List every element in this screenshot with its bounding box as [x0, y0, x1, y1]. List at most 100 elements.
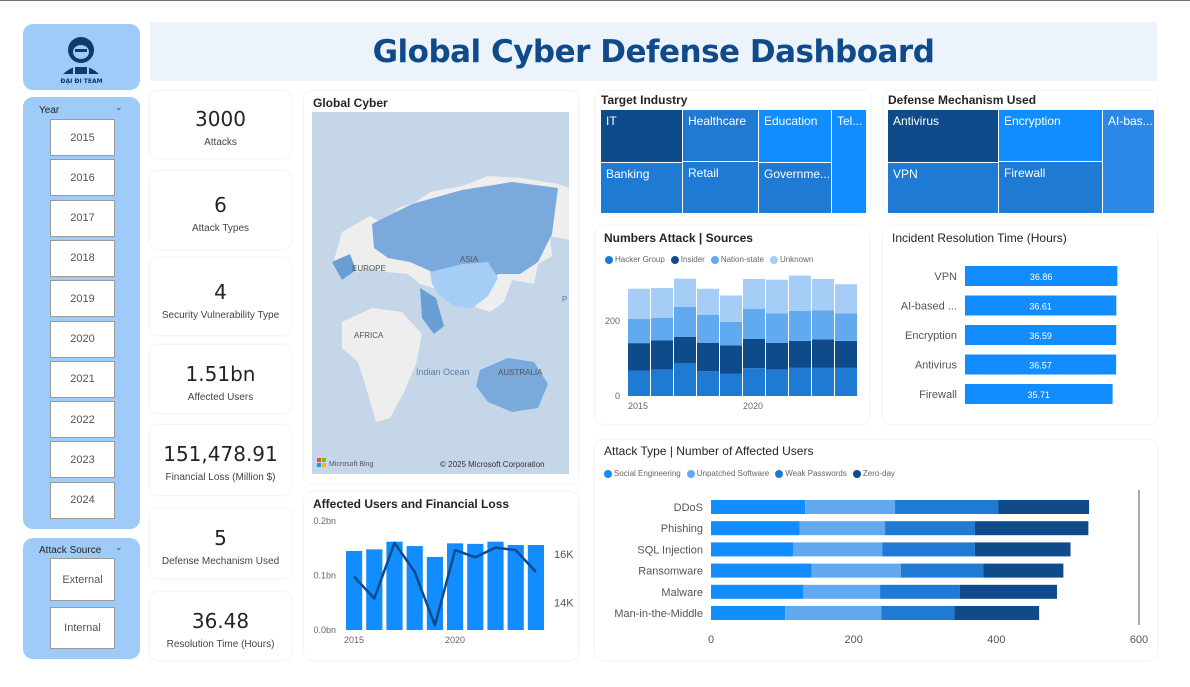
- bar[interactable]: [527, 544, 544, 630]
- year-option-2018[interactable]: 2018: [50, 239, 115, 277]
- bar-segment[interactable]: [789, 367, 811, 396]
- year-option-2024[interactable]: 2024: [50, 481, 115, 519]
- chevron-down-icon[interactable]: ⌄: [115, 543, 123, 553]
- bar-segment[interactable]: [628, 288, 650, 319]
- bar-segment[interactable]: [743, 368, 765, 396]
- bar-segment[interactable]: [711, 521, 800, 536]
- bar-segment[interactable]: [974, 542, 1071, 557]
- year-option-2021[interactable]: 2021: [50, 360, 115, 398]
- bar-segment[interactable]: [835, 313, 857, 341]
- bar-segment[interactable]: [954, 606, 1040, 620]
- bar-segment[interactable]: [766, 369, 788, 396]
- bar-segment[interactable]: [799, 521, 886, 536]
- tile-it[interactable]: IT: [601, 110, 683, 163]
- bar-segment[interactable]: [880, 584, 960, 599]
- bar-segment[interactable]: [720, 345, 742, 374]
- bar-segment[interactable]: [651, 288, 673, 318]
- bar-segment[interactable]: [674, 306, 696, 337]
- chevron-down-icon[interactable]: ⌄: [115, 103, 123, 113]
- bar-segment[interactable]: [628, 343, 650, 371]
- bar-segment[interactable]: [743, 339, 765, 369]
- attack-type-chart[interactable]: DDoS Phishing SQL Injection Ransomware Malwa…: [595, 440, 1157, 660]
- tile-healthcare[interactable]: Healthcare: [683, 110, 759, 162]
- bar-segment[interactable]: [720, 295, 742, 322]
- users-loss-chart[interactable]: 0.0bn 0.1bn 0.2bn 14K 16K 2015 2020: [304, 492, 578, 660]
- bar-segment[interactable]: [766, 342, 788, 370]
- tile-encryption[interactable]: Encryption: [999, 110, 1103, 162]
- bar-segment[interactable]: [711, 500, 806, 514]
- bar-segment[interactable]: [743, 309, 765, 339]
- bar-segment[interactable]: [720, 321, 742, 346]
- bar-segment[interactable]: [789, 340, 811, 368]
- resolution-chart[interactable]: VPN 36.86 AI-based ... 36.61 Encryption 36.59…: [883, 226, 1157, 424]
- bar-segment[interactable]: [885, 521, 975, 536]
- bar-segment[interactable]: [900, 563, 984, 578]
- bar-segment[interactable]: [674, 336, 696, 363]
- bar-segment[interactable]: [711, 542, 794, 557]
- bar-segment[interactable]: [812, 310, 834, 340]
- tile-education[interactable]: Education: [759, 110, 832, 163]
- year-option-2017[interactable]: 2017: [50, 199, 115, 237]
- bar[interactable]: [426, 556, 443, 630]
- tile-firewall[interactable]: Firewall: [999, 162, 1103, 214]
- bar-segment[interactable]: [793, 542, 883, 557]
- bar-segment[interactable]: [812, 367, 834, 396]
- source-internal-button[interactable]: Internal: [50, 607, 115, 649]
- bar-segment[interactable]: [812, 279, 834, 311]
- bar-segment[interactable]: [743, 279, 765, 309]
- source-external-button[interactable]: External: [50, 558, 115, 601]
- year-option-2022[interactable]: 2022: [50, 401, 115, 439]
- tile-ai-based[interactable]: AI-bas...: [1103, 110, 1155, 214]
- bar-segment[interactable]: [785, 606, 882, 620]
- bar-segment[interactable]: [674, 363, 696, 396]
- bar-segment[interactable]: [711, 606, 786, 620]
- bar-segment[interactable]: [651, 318, 673, 341]
- year-option-2020[interactable]: 2020: [50, 320, 115, 358]
- sources-chart[interactable]: 0 200 2015 2020: [596, 226, 869, 424]
- bar-segment[interactable]: [628, 318, 650, 344]
- bar-segment[interactable]: [983, 563, 1064, 578]
- bar[interactable]: [447, 543, 464, 630]
- tile-retail[interactable]: Retail: [683, 162, 759, 214]
- year-option-2023[interactable]: 2023: [50, 441, 115, 479]
- bar-segment[interactable]: [766, 279, 788, 314]
- bar-segment[interactable]: [835, 367, 857, 396]
- tile-antivirus[interactable]: Antivirus: [888, 110, 999, 163]
- bar-segment[interactable]: [812, 339, 834, 368]
- bar-segment[interactable]: [789, 310, 811, 341]
- bar-segment[interactable]: [881, 606, 955, 620]
- tile-government[interactable]: Governme...: [759, 163, 832, 214]
- bar-segment[interactable]: [998, 500, 1090, 514]
- year-option-2016[interactable]: 2016: [50, 159, 115, 197]
- bar-segment[interactable]: [805, 500, 896, 514]
- bar-segment[interactable]: [835, 284, 857, 314]
- bar-segment[interactable]: [711, 584, 804, 599]
- bar[interactable]: [346, 550, 363, 630]
- bar-segment[interactable]: [651, 340, 673, 370]
- bar[interactable]: [487, 541, 504, 630]
- bar-segment[interactable]: [674, 278, 696, 307]
- tile-vpn[interactable]: VPN: [888, 163, 999, 214]
- tile-telecom[interactable]: Tel...: [832, 110, 867, 214]
- world-map[interactable]: EUROPE ASIA AFRICA Indian Ocean AUSTRALI…: [312, 112, 569, 474]
- bar-segment[interactable]: [697, 315, 719, 343]
- bar-segment[interactable]: [697, 371, 719, 396]
- bar-segment[interactable]: [811, 563, 901, 578]
- bar-segment[interactable]: [803, 584, 881, 599]
- bar-segment[interactable]: [974, 521, 1089, 536]
- bar-segment[interactable]: [697, 342, 719, 372]
- bar-segment[interactable]: [895, 500, 999, 514]
- tile-banking[interactable]: Banking: [601, 163, 683, 214]
- bar-segment[interactable]: [835, 340, 857, 368]
- bar-segment[interactable]: [628, 370, 650, 397]
- bar-segment[interactable]: [959, 584, 1057, 599]
- year-option-2015[interactable]: 2015: [50, 119, 115, 156]
- bar-segment[interactable]: [697, 288, 719, 315]
- bar[interactable]: [366, 549, 383, 630]
- bar-segment[interactable]: [789, 275, 811, 311]
- bar-segment[interactable]: [766, 313, 788, 343]
- bar-segment[interactable]: [882, 542, 975, 557]
- year-option-2019[interactable]: 2019: [50, 280, 115, 318]
- bar-segment[interactable]: [651, 369, 673, 396]
- bar-segment[interactable]: [711, 563, 812, 578]
